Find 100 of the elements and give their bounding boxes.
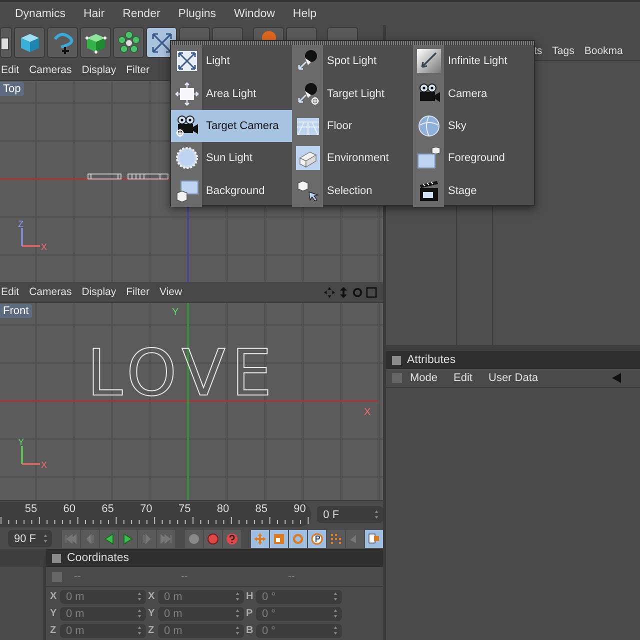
panel-menu-item[interactable]: Edit	[446, 372, 480, 384]
panel-title: Attributes	[407, 354, 456, 366]
zoom-arrows-icon[interactable]	[338, 286, 349, 298]
menu-item[interactable]: Target Light	[292, 77, 413, 110]
axis-label: Z	[50, 625, 58, 636]
go-to-end-button[interactable]	[157, 530, 175, 548]
viewport-label[interactable]: Top	[0, 82, 24, 96]
step-back-button[interactable]	[81, 530, 99, 548]
autokey-button[interactable]	[204, 530, 222, 548]
viewport-menu-item[interactable]: Filter	[121, 64, 154, 76]
spinner-icon	[333, 626, 338, 635]
axis-label: X	[364, 407, 371, 418]
step-back-icon	[84, 532, 96, 544]
axis-label: Y	[148, 608, 156, 619]
move-button[interactable]	[251, 530, 269, 548]
menu-item[interactable]: Selection	[292, 174, 413, 207]
area-light-icon	[174, 82, 198, 106]
panel-menu-item[interactable]: Tags	[552, 45, 574, 57]
timeline-ruler[interactable]: 55 60 65 70 75 80 85 90	[0, 502, 312, 527]
go-to-start-button[interactable]	[62, 530, 80, 548]
spinner-icon	[235, 592, 240, 601]
menu-item[interactable]: Help	[284, 8, 326, 20]
toolbar-button[interactable]	[0, 27, 12, 58]
dots-grid-icon	[330, 532, 342, 544]
viewport-label[interactable]: Front	[0, 304, 32, 318]
help-icon	[226, 532, 238, 544]
spinner-icon	[137, 626, 142, 635]
document-icon	[368, 532, 380, 544]
menu-item[interactable]: Light	[171, 45, 292, 78]
axis-label: H	[246, 591, 254, 602]
go-to-end-icon	[160, 532, 172, 544]
menu-item[interactable]: Camera	[413, 77, 534, 110]
menu-item[interactable]: Sky	[413, 110, 534, 142]
frame-number: 60	[62, 503, 77, 515]
menu-item[interactable]: Window	[225, 8, 284, 20]
menu-item[interactable]: Infinite Light	[413, 45, 534, 78]
cursor-icon	[296, 178, 320, 203]
step-forward-button[interactable]	[138, 530, 156, 548]
viewport-menu-item[interactable]: Display	[76, 286, 122, 298]
record-button[interactable]	[185, 530, 203, 548]
menu-item[interactable]: Sun Light	[171, 142, 292, 175]
rotate-icon[interactable]	[352, 286, 363, 298]
panel-menu-item[interactable]: Bookma	[584, 45, 623, 57]
help-button[interactable]	[223, 530, 241, 548]
grip-icon[interactable]	[392, 373, 402, 383]
axis-label: B	[246, 625, 254, 636]
spinner-icon	[43, 534, 48, 543]
axis-label: Z	[148, 625, 156, 636]
menu-item[interactable]: Render	[114, 8, 170, 20]
column-header: --	[180, 571, 189, 582]
viewport-menu-item[interactable]: Display	[76, 64, 122, 76]
viewport-menu-item[interactable]: View	[154, 286, 188, 298]
panel-menu-item[interactable]: User Data	[480, 372, 546, 384]
maximize-icon[interactable]	[366, 286, 377, 298]
menu-item[interactable]: Hair	[74, 8, 114, 20]
viewport-menu-item[interactable]: Cameras	[24, 286, 77, 298]
back-arrow-icon[interactable]	[612, 373, 622, 383]
rotate-button[interactable]	[289, 530, 307, 548]
background-icon	[174, 178, 198, 203]
menu-item[interactable]: Dynamics	[6, 8, 74, 20]
frame-number: 65	[100, 503, 115, 515]
toolbar-button[interactable]	[47, 27, 78, 58]
toolbar-button[interactable]	[80, 27, 111, 58]
menu-item[interactable]: Environment	[292, 142, 413, 175]
flower-icon	[116, 30, 140, 54]
panel-menu-item[interactable]: ts	[534, 45, 542, 57]
scale-button[interactable]	[270, 530, 288, 548]
menu-item[interactable]: Foreground	[413, 142, 534, 175]
axis-label: X	[50, 591, 58, 602]
toolbar-button[interactable]	[14, 27, 45, 58]
move-icon[interactable]	[324, 286, 335, 298]
settings-button[interactable]	[365, 530, 383, 548]
menu-item[interactable]: Stage	[413, 174, 534, 207]
panel-menu-item[interactable]: Mode	[402, 372, 446, 384]
step-forward-icon	[141, 532, 153, 544]
current-frame-field[interactable]: 0 F	[317, 506, 383, 523]
parameter-button[interactable]	[308, 530, 326, 548]
play-backward-button[interactable]	[100, 530, 118, 548]
menu-item[interactable]: Floor	[292, 110, 413, 142]
viewport-menu-item[interactable]: Edit	[0, 64, 24, 76]
end-frame-field[interactable]: 90 F	[8, 530, 52, 547]
viewport-menu-item[interactable]: Edit	[0, 286, 24, 298]
panel-handle-icon[interactable]	[392, 356, 401, 364]
frame-number: 85	[254, 503, 269, 515]
play-button[interactable]	[119, 530, 137, 548]
menu-item[interactable]: Plugins	[169, 8, 226, 20]
spinner-icon	[374, 510, 379, 519]
toolbar-button[interactable]	[113, 27, 144, 58]
menu-item[interactable]: Area Light	[171, 77, 292, 110]
menu-item[interactable]: Target Camera	[171, 110, 292, 142]
axis-gizmo-drawing: Z X	[16, 218, 50, 252]
viewport-menu-item[interactable]: Filter	[121, 286, 154, 298]
panel-handle-icon[interactable]	[52, 554, 61, 562]
axis-label: Y	[172, 307, 179, 318]
viewport-menu-item[interactable]: Cameras	[24, 64, 77, 76]
menu-item[interactable]: Background	[171, 174, 292, 207]
menu-item[interactable]: Spot Light	[292, 45, 413, 78]
foreground-icon	[416, 146, 440, 170]
grip-icon[interactable]	[52, 572, 62, 582]
column-header: --	[73, 571, 82, 582]
